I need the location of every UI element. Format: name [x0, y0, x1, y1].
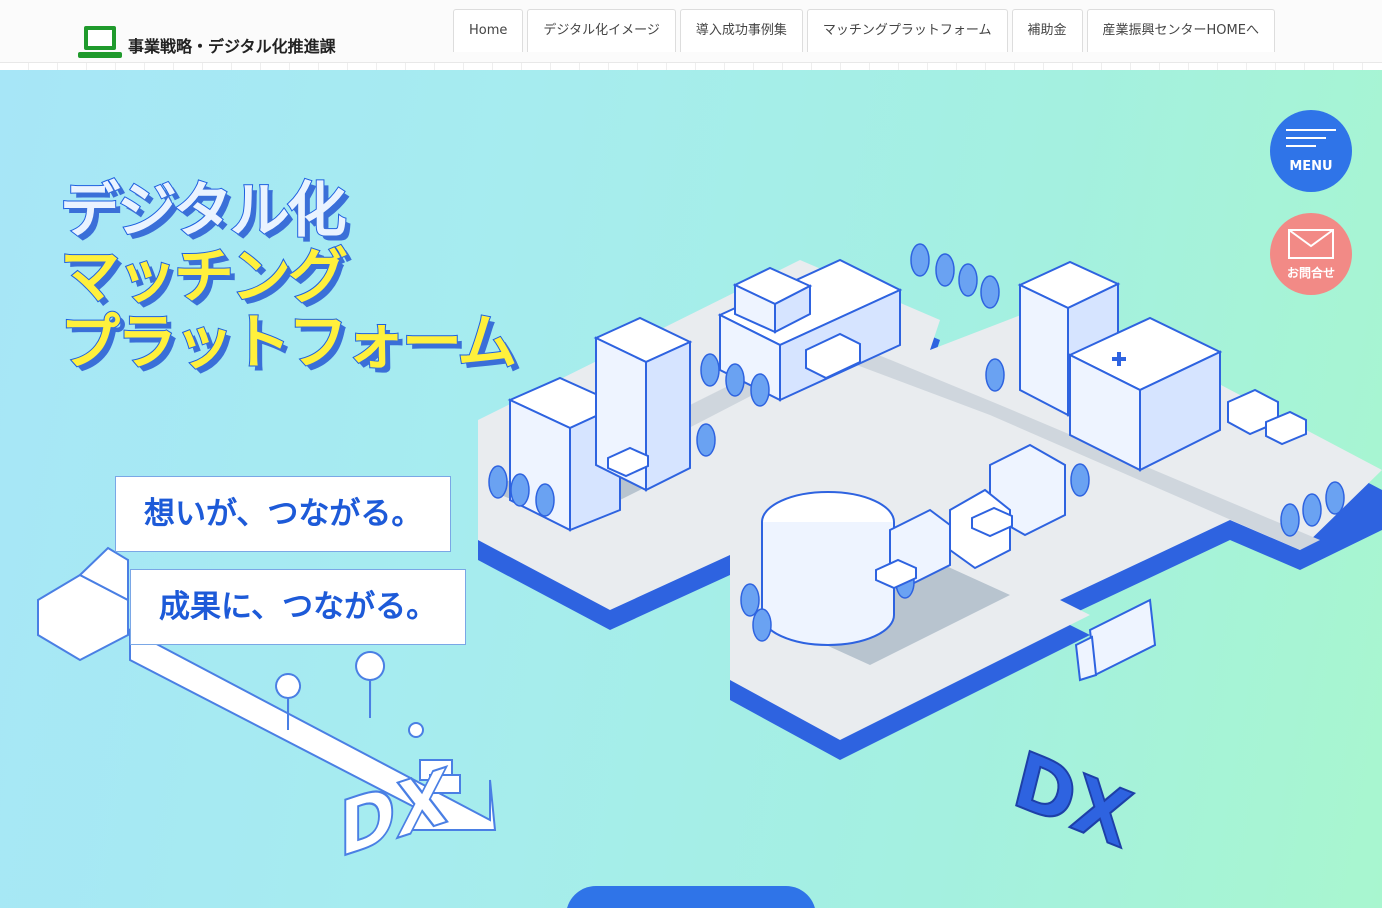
nav-tab-center-home[interactable]: 産業振興センターHOMEへ	[1086, 9, 1275, 52]
nav-tab-case-studies[interactable]: 導入成功事例集	[679, 9, 803, 52]
mail-icon	[1288, 229, 1334, 259]
menu-button[interactable]: MENU	[1270, 110, 1352, 192]
nav-tab-subsidy[interactable]: 補助金	[1011, 9, 1083, 52]
tagline-connect-feelings: 想いが、つながる。	[115, 476, 452, 552]
building-curved-office-icon	[761, 491, 895, 646]
hamburger-icon	[1286, 129, 1336, 147]
site-header: 事業戦略・デジタル化推進課 Home デジタル化イメージ 導入成功事例集 マッチ…	[0, 0, 1382, 62]
contact-label: お問合せ	[1286, 266, 1335, 280]
delivery-truck-icon	[1074, 598, 1157, 682]
site-title: 事業戦略・デジタル化推進課	[128, 37, 336, 56]
headline-line-2: マッチング	[59, 242, 349, 312]
hero-section: DX DX デジタル化 マッチング プラットフォーム 想いが、つながる。 成果に…	[0, 70, 1382, 908]
dx-block-solid: DX	[1005, 735, 1139, 867]
nav-tab-digital-image[interactable]: デジタル化イメージ	[527, 9, 676, 52]
site-brand[interactable]: 事業戦略・デジタル化推進課	[78, 24, 336, 60]
tagline-connect-results: 成果に、つながる。	[130, 569, 467, 645]
main-nav: Home デジタル化イメージ 導入成功事例集 マッチングプラットフォーム 補助金…	[453, 9, 1275, 52]
contact-button[interactable]: お問合せ	[1270, 213, 1352, 295]
hero-headline: デジタル化 マッチング プラットフォーム	[59, 176, 518, 378]
headline-line-1: デジタル化	[59, 176, 348, 246]
menu-label: MENU	[1289, 159, 1333, 174]
headline-line-3: プラットフォーム	[59, 308, 518, 378]
warehouse-icon	[37, 546, 129, 662]
nav-tab-matching-platform[interactable]: マッチングプラットフォーム	[806, 9, 1008, 52]
laptop-icon	[78, 26, 122, 58]
nav-tab-home[interactable]: Home	[453, 9, 524, 52]
cta-button[interactable]	[566, 886, 816, 908]
